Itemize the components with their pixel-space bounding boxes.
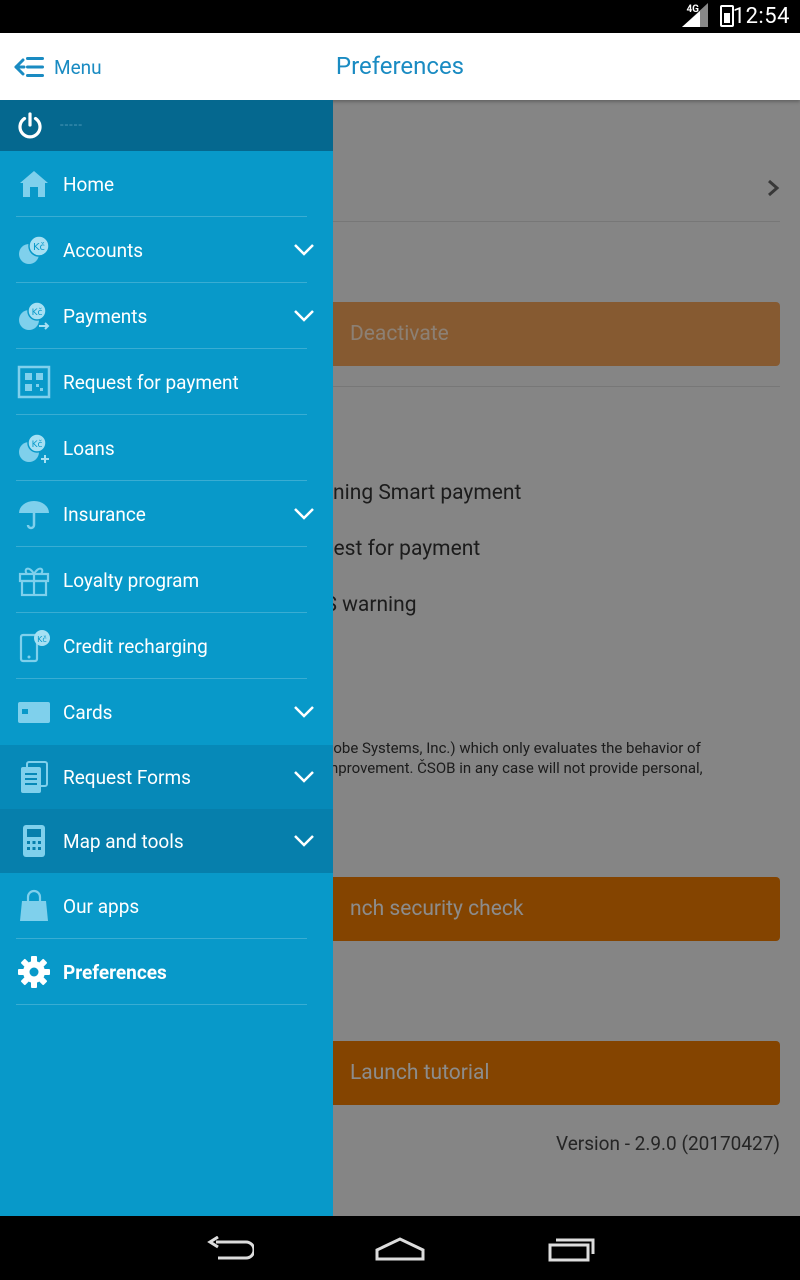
- home-icon: [16, 166, 52, 202]
- nav-item-home[interactable]: Home: [0, 151, 333, 217]
- nav-item-cards[interactable]: Cards: [0, 679, 333, 745]
- phone-recharge-icon: Kč: [16, 628, 52, 664]
- nav-item-label: Credit recharging: [63, 634, 208, 658]
- chevron-down-icon[interactable]: [293, 770, 315, 784]
- back-icon[interactable]: [206, 1236, 254, 1262]
- status-bar: 4G 12:54: [0, 0, 800, 33]
- shopping-bag-icon: [16, 888, 52, 924]
- clock: 12:54: [732, 4, 790, 29]
- signal-icon: [682, 3, 708, 27]
- chevron-down-icon[interactable]: [293, 834, 315, 848]
- nav-item-request-for-payment[interactable]: Request for payment: [0, 349, 333, 415]
- svg-text:Kč: Kč: [32, 307, 43, 318]
- loans-icon: Kč: [16, 430, 52, 466]
- gift-icon: [16, 562, 52, 598]
- card-icon: [16, 694, 52, 730]
- nav-item-label: Map and tools: [63, 829, 184, 853]
- nav-item-label: Loans: [63, 436, 115, 460]
- nav-item-preferences[interactable]: Preferences: [0, 939, 333, 1005]
- documents-icon: [16, 759, 52, 795]
- nav-item-our-apps[interactable]: Our apps: [0, 873, 333, 939]
- app-bar: Menu Preferences: [0, 33, 800, 100]
- user-name: -----: [60, 118, 83, 133]
- nav-item-label: Loyalty program: [63, 568, 200, 592]
- nav-item-label: Home: [63, 172, 115, 196]
- qr-code-icon: [16, 364, 52, 400]
- nav-item-label: Accounts: [63, 238, 144, 262]
- chevron-down-icon[interactable]: [293, 507, 315, 521]
- divider: [16, 1004, 307, 1005]
- nav-item-label: Insurance: [63, 502, 146, 526]
- nav-item-accounts[interactable]: Kč Accounts: [0, 217, 333, 283]
- nav-item-loyalty-program[interactable]: Loyalty program: [0, 547, 333, 613]
- chevron-down-icon[interactable]: [293, 243, 315, 257]
- system-nav-bar: [0, 1216, 800, 1280]
- power-icon[interactable]: [16, 111, 44, 140]
- svg-text:Kč: Kč: [33, 241, 45, 253]
- calculator-icon: [16, 823, 52, 859]
- svg-text:Kč: Kč: [32, 439, 43, 450]
- nav-item-label: Our apps: [63, 894, 140, 918]
- home-nav-icon[interactable]: [374, 1236, 426, 1262]
- nav-item-map-and-tools[interactable]: Map and tools: [0, 809, 333, 873]
- svg-text:Kč: Kč: [37, 634, 47, 644]
- nav-item-label: Request for payment: [63, 370, 239, 394]
- nav-item-label: Payments: [63, 304, 148, 328]
- nav-item-label: Request Forms: [63, 765, 191, 789]
- gear-icon: [16, 954, 52, 990]
- nav-item-label: Cards: [63, 700, 113, 724]
- page-title: Preferences: [335, 52, 465, 80]
- navigation-drawer: ----- Home Kč Accounts Kč Payments Reque…: [0, 100, 333, 1216]
- nav-item-request-forms[interactable]: Request Forms: [0, 745, 333, 809]
- nav-item-label: Preferences: [63, 960, 167, 984]
- chevron-down-icon[interactable]: [293, 309, 315, 323]
- chevron-down-icon[interactable]: [293, 705, 315, 719]
- umbrella-icon: [16, 496, 52, 532]
- nav-item-loans[interactable]: Kč Loans: [0, 415, 333, 481]
- recent-apps-icon[interactable]: [548, 1236, 596, 1262]
- nav-item-payments[interactable]: Kč Payments: [0, 283, 333, 349]
- nav-item-insurance[interactable]: Insurance: [0, 481, 333, 547]
- payments-icon: Kč: [16, 298, 52, 334]
- accounts-icon: Kč: [16, 232, 52, 268]
- nav-item-credit-recharging[interactable]: Kč Credit recharging: [0, 613, 333, 679]
- drawer-header: -----: [0, 100, 333, 151]
